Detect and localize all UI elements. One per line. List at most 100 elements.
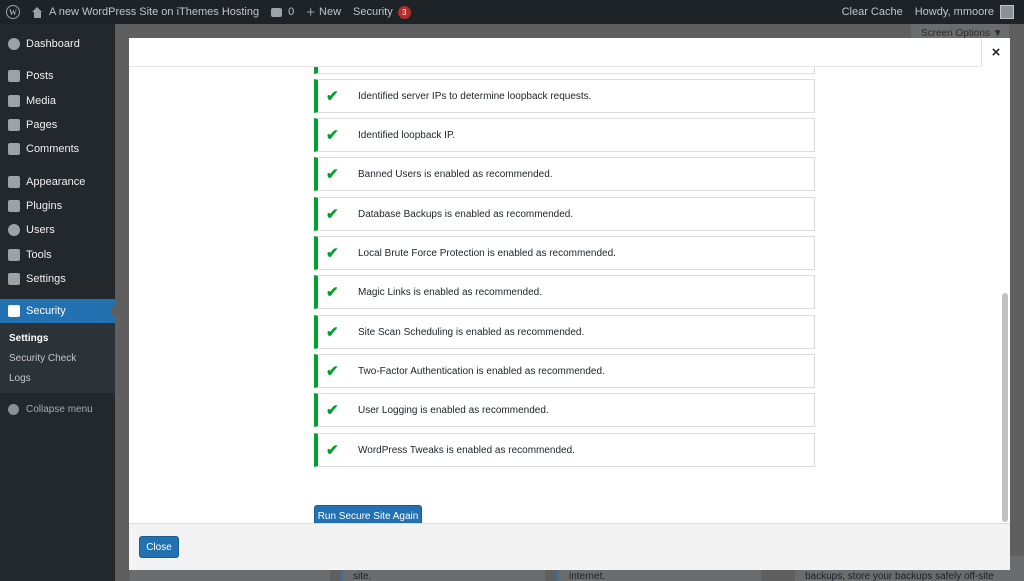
notice-text: Identified server IPs to determine loopb… (358, 90, 592, 102)
check-icon: ✔ (326, 362, 339, 380)
sidebar-item-pages[interactable]: Pages (0, 113, 115, 137)
new-content-menu[interactable]: + New (300, 0, 347, 24)
modal-footer: Close (129, 523, 1010, 570)
sidebar-item-label: Posts (26, 70, 54, 83)
user-icon (8, 224, 20, 237)
sidebar-item-settings[interactable]: Settings (0, 267, 115, 291)
notice-item: ✔ WordPress Tweaks is enabled as recommen… (314, 433, 815, 467)
background-text: site. (353, 571, 372, 581)
clear-cache-label: Clear Cache (841, 6, 903, 18)
howdy-label: Howdy, mmoore (914, 6, 994, 18)
plus-icon: + (306, 3, 316, 21)
sidebar-item-label: Tools (26, 248, 52, 261)
submenu-item-security-check[interactable]: Security Check (0, 349, 115, 369)
dashboard-icon (8, 38, 20, 51)
check-icon: ✔ (326, 283, 339, 301)
security-label: Security (353, 6, 393, 18)
notice-partial (314, 67, 815, 74)
notice-text: Database Backups is enabled as recommend… (358, 208, 574, 220)
shield-icon (8, 305, 20, 318)
notice-text: Site Scan Scheduling is enabled as recom… (358, 326, 585, 338)
notice-text: Identified loopback IP. (358, 129, 456, 141)
collapse-label: Collapse menu (26, 403, 93, 415)
sidebar-item-label: Dashboard (26, 38, 80, 51)
site-name: A new WordPress Site on iThemes Hosting (49, 6, 260, 18)
check-icon: ✔ (326, 165, 339, 183)
account-menu[interactable]: Howdy, mmoore (909, 0, 1024, 24)
background-text: backups, store your backups safely off-s… (805, 571, 994, 581)
notice-item: ✔ Magic Links is enabled as recommended. (314, 275, 815, 309)
security-menu[interactable]: Security 3 (347, 0, 417, 24)
sidebar-item-media[interactable]: Media (0, 89, 115, 113)
sidebar-item-comments[interactable]: Comments (0, 137, 115, 161)
notice-text: Magic Links is enabled as recommended. (358, 286, 542, 298)
new-label: New (319, 6, 342, 18)
sidebar-item-posts[interactable]: Posts (0, 64, 115, 88)
sidebar-item-plugins[interactable]: Plugins (0, 194, 115, 218)
sidebar-item-label: Appearance (26, 175, 86, 188)
wrench-icon (8, 248, 20, 261)
site-name-link[interactable]: A new WordPress Site on iThemes Hosting (26, 0, 265, 24)
sidebar-item-security[interactable]: Security (0, 298, 115, 324)
admin-sidebar: Dashboard Posts Media Pages Comments App… (0, 24, 115, 581)
submenu-item-settings[interactable]: Settings (0, 329, 115, 349)
notice-item: ✔ User Logging is enabled as recommended. (314, 393, 815, 427)
sidebar-item-tools[interactable]: Tools (0, 242, 115, 266)
security-badge: 3 (397, 5, 411, 19)
check-icon: ✔ (326, 441, 339, 459)
settings-icon (8, 272, 20, 285)
check-icon: ✔ (326, 401, 339, 419)
secure-site-modal: × ✔ Identified server IPs to determine lo… (129, 38, 1010, 570)
wordpress-logo-menu[interactable]: W (0, 0, 26, 24)
notice-text: WordPress Tweaks is enabled as recommend… (358, 444, 575, 456)
check-icon: ✔ (326, 87, 339, 105)
security-submenu: Settings Security Check Logs (0, 323, 115, 394)
notice-item: ✔ Identified loopback IP. (314, 118, 815, 152)
sidebar-item-users[interactable]: Users (0, 218, 115, 242)
brush-icon (8, 175, 20, 188)
check-icon: ✔ (326, 205, 339, 223)
check-icon: ✔ (326, 323, 339, 341)
collapse-icon (8, 403, 19, 415)
notice-text: User Logging is enabled as recommended. (358, 404, 549, 416)
background-text: internet. (569, 571, 606, 581)
close-button[interactable]: Close (139, 536, 179, 558)
media-icon (8, 94, 20, 107)
comment-icon (271, 7, 283, 17)
notice-item: ✔ Two-Factor Authentication is enabled as… (314, 354, 815, 388)
sidebar-item-label: Comments (26, 143, 80, 156)
sidebar-item-label: Pages (26, 119, 58, 132)
wordpress-logo-icon: W (6, 5, 20, 19)
notice-text: Two-Factor Authentication is enabled as … (358, 365, 605, 377)
sidebar-item-label: Users (26, 224, 55, 237)
modal-scrollbar[interactable] (1002, 67, 1008, 561)
home-icon (32, 6, 43, 18)
sidebar-item-label: Security (26, 305, 66, 318)
scrollbar-thumb[interactable] (1002, 293, 1008, 522)
sidebar-item-appearance[interactable]: Appearance (0, 169, 115, 193)
collapse-menu-button[interactable]: Collapse menu (0, 397, 115, 421)
comments-link[interactable]: 0 (265, 0, 300, 24)
sidebar-item-label: Media (26, 94, 56, 107)
notice-item: ✔ Database Backups is enabled as recommen… (314, 197, 815, 231)
admin-bar: W A new WordPress Site on iThemes Hostin… (0, 0, 1024, 24)
notice-item: ✔ Site Scan Scheduling is enabled as reco… (314, 315, 815, 349)
modal-body[interactable]: ✔ Identified server IPs to determine loop… (129, 67, 1010, 561)
notice-item: ✔ Local Brute Force Protection is enabled… (314, 236, 815, 270)
comments-count: 0 (288, 6, 295, 18)
comment-icon (8, 143, 20, 156)
check-icon: ✔ (326, 244, 339, 262)
page-icon (8, 119, 20, 132)
sidebar-item-label: Plugins (26, 199, 63, 212)
submenu-item-logs[interactable]: Logs (0, 369, 115, 389)
notice-item: ✔ Banned Users is enabled as recommended. (314, 157, 815, 191)
plug-icon (8, 199, 20, 212)
pin-icon (8, 70, 20, 83)
sidebar-item-dashboard[interactable]: Dashboard (0, 32, 115, 56)
notice-text: Banned Users is enabled as recommended. (358, 168, 553, 180)
check-icon: ✔ (326, 126, 339, 144)
sidebar-item-label: Settings (26, 272, 66, 285)
avatar (1000, 5, 1014, 19)
close-icon[interactable]: × (981, 38, 1010, 66)
clear-cache-button[interactable]: Clear Cache (836, 0, 909, 24)
